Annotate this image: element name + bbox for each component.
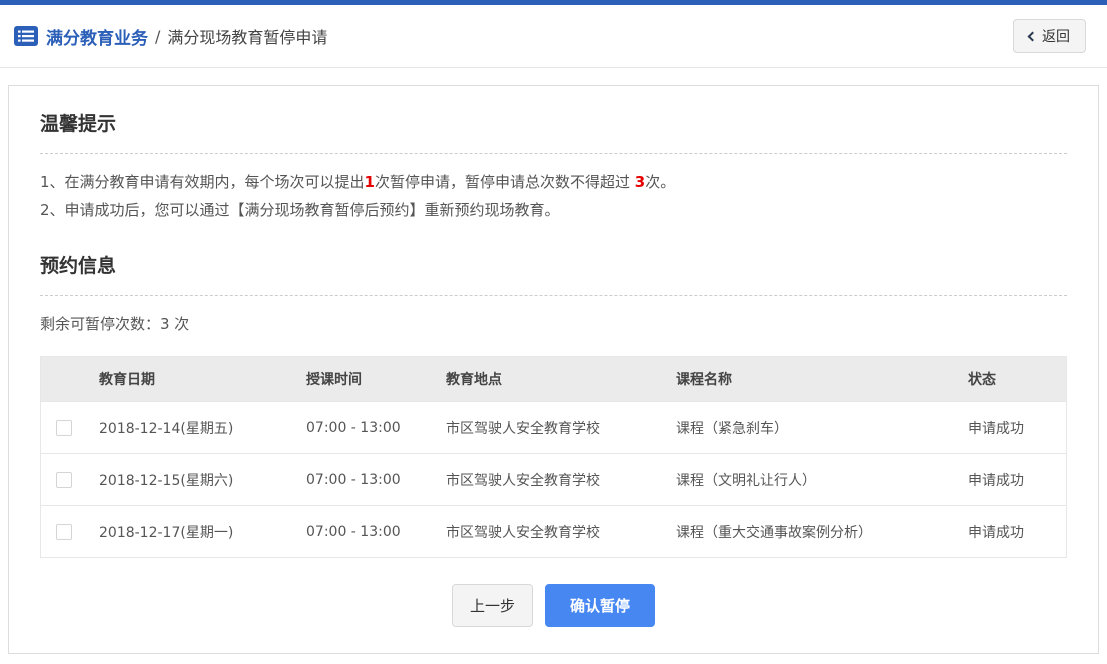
header-cell-time: 授课时间 — [292, 369, 432, 389]
tips-list: 1、在满分教育申请有效期内，每个场次可以提出1次暂停申请，暂停申请总次数不得超过… — [40, 168, 1067, 224]
remaining-pause-count: 剩余可暂停次数：3 次 — [40, 313, 1067, 334]
tip-line-1-text-mid: 次暂停申请，暂停申请总次数不得超过 — [375, 173, 635, 191]
cell-course: 课程（重大交通事故案例分析） — [662, 522, 954, 542]
header-cell-location: 教育地点 — [432, 369, 662, 389]
tip-line-1: 1、在满分教育申请有效期内，每个场次可以提出1次暂停申请，暂停申请总次数不得超过… — [40, 168, 1067, 196]
list-icon — [14, 26, 38, 46]
cell-time: 07:00 - 13:00 — [292, 472, 432, 488]
tip-line-1-text: 1、在满分教育申请有效期内，每个场次可以提出 — [40, 173, 365, 191]
cell-location: 市区驾驶人安全教育学校 — [432, 470, 662, 490]
chevron-left-icon — [1028, 32, 1038, 42]
table-row: 2018-12-14(星期五) 07:00 - 13:00 市区驾驶人安全教育学… — [41, 401, 1066, 453]
breadcrumb-parent-link[interactable]: 满分教育业务 — [46, 24, 148, 49]
page-header: 满分教育业务 / 满分现场教育暂停申请 返回 — [0, 5, 1107, 68]
row-checkbox[interactable] — [56, 524, 72, 540]
previous-step-button[interactable]: 上一步 — [452, 584, 533, 627]
booking-table: 教育日期 授课时间 教育地点 课程名称 状态 2018-12-14(星期五) 0… — [40, 356, 1067, 558]
table-row: 2018-12-15(星期六) 07:00 - 13:00 市区驾驶人安全教育学… — [41, 453, 1066, 505]
cell-time: 07:00 - 13:00 — [292, 420, 432, 436]
row-checkbox[interactable] — [56, 472, 72, 488]
confirm-pause-button[interactable]: 确认暂停 — [545, 584, 655, 627]
cell-status: 申请成功 — [954, 418, 1066, 438]
header-cell-course: 课程名称 — [662, 369, 954, 389]
cell-status: 申请成功 — [954, 522, 1066, 542]
header-cell-date: 教育日期 — [85, 369, 292, 389]
header-cell-status: 状态 — [954, 369, 1066, 389]
cell-date: 2018-12-15(星期六) — [85, 470, 292, 490]
breadcrumb-current: 满分现场教育暂停申请 — [167, 24, 327, 48]
content-card: 温馨提示 1、在满分教育申请有效期内，每个场次可以提出1次暂停申请，暂停申请总次… — [8, 85, 1099, 654]
cell-time: 07:00 - 13:00 — [292, 524, 432, 540]
cell-date: 2018-12-14(星期五) — [85, 418, 292, 438]
tip-line-1-highlight-2: 3 — [635, 173, 645, 191]
tip-line-1-text-end: 次。 — [645, 173, 675, 191]
booking-section-title: 预约信息 — [40, 224, 1067, 296]
action-buttons: 上一步 确认暂停 — [40, 584, 1067, 627]
cell-status: 申请成功 — [954, 470, 1066, 490]
back-button-label: 返回 — [1042, 26, 1070, 46]
cell-course: 课程（文明礼让行人） — [662, 470, 954, 490]
tips-section-title: 温馨提示 — [40, 86, 1067, 154]
tip-line-2: 2、申请成功后，您可以通过【满分现场教育暂停后预约】重新预约现场教育。 — [40, 196, 1067, 224]
row-checkbox[interactable] — [56, 420, 72, 436]
cell-location: 市区驾驶人安全教育学校 — [432, 418, 662, 438]
cell-course: 课程（紧急刹车） — [662, 418, 954, 438]
table-row: 2018-12-17(星期一) 07:00 - 13:00 市区驾驶人安全教育学… — [41, 505, 1066, 557]
tip-line-1-highlight-1: 1 — [365, 173, 375, 191]
back-button[interactable]: 返回 — [1013, 19, 1086, 53]
cell-location: 市区驾驶人安全教育学校 — [432, 522, 662, 542]
table-header-row: 教育日期 授课时间 教育地点 课程名称 状态 — [41, 356, 1066, 401]
cell-date: 2018-12-17(星期一) — [85, 522, 292, 542]
breadcrumb-separator: / — [155, 27, 160, 46]
